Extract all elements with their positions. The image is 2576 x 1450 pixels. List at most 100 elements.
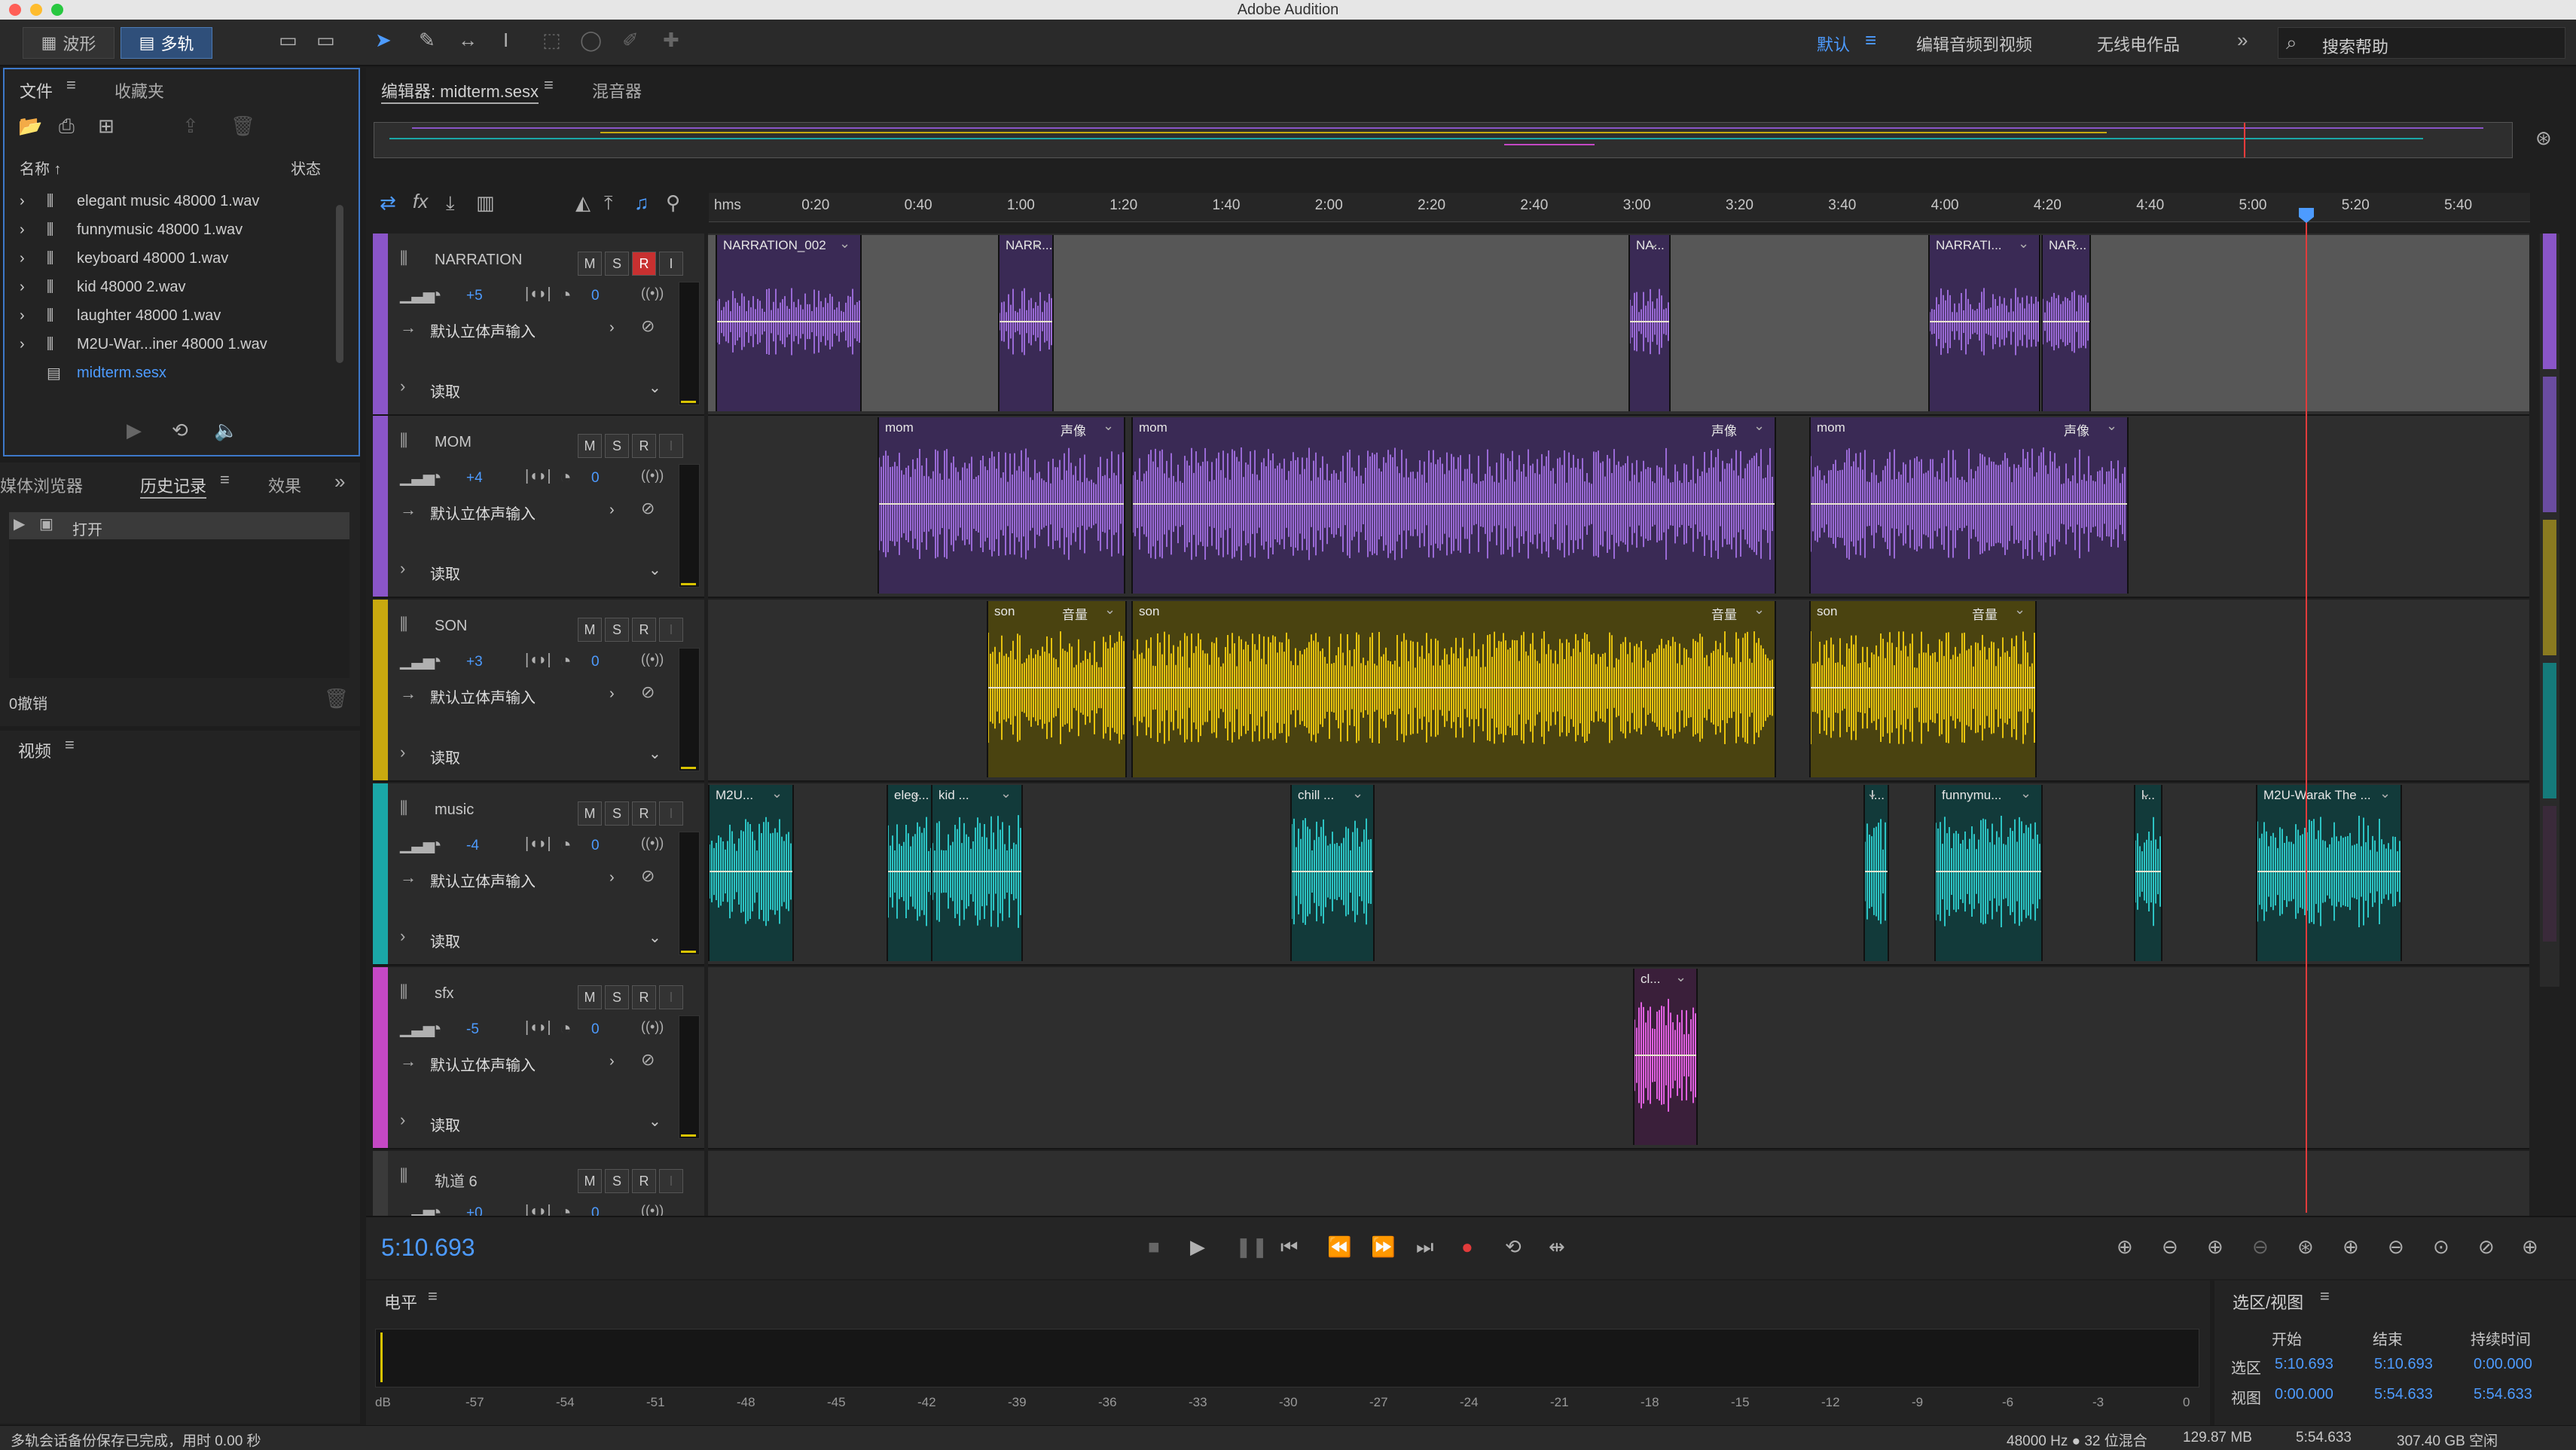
list-item[interactable]: ▤ midterm.sesx [20, 359, 166, 387]
volume-knob-icon[interactable]: ◔ [430, 835, 442, 854]
pause-icon[interactable]: ❚❚ [1235, 1237, 1268, 1256]
record-arm-button[interactable]: R [632, 252, 656, 276]
expand-chevron-icon[interactable]: › [400, 378, 405, 395]
skip-selection-icon[interactable]: ⇹ [1549, 1237, 1565, 1256]
audio-clip[interactable]: son 音量 ⌄ [1131, 601, 1776, 777]
audio-clip[interactable]: funnymu... ⌄ [1934, 785, 2043, 961]
open-file-icon[interactable]: 📂 [18, 116, 42, 136]
zoom-selection-icon[interactable]: ⊙ [2433, 1237, 2449, 1256]
input-monitor-button[interactable]: I [659, 801, 683, 826]
stereo-output-icon[interactable]: ((•)) [641, 652, 664, 666]
go-to-start-icon[interactable]: ⏮ [1280, 1237, 1298, 1256]
list-item[interactable]: › ⫼ elegant music 48000 1.wav [20, 187, 259, 215]
solo-button[interactable]: S [605, 801, 629, 826]
spectral-icon[interactable]: ▭ [279, 30, 298, 50]
clip-chevron-down-icon[interactable]: ⌄ [1031, 237, 1042, 250]
record-arm-button[interactable]: R [632, 1169, 656, 1193]
col-status[interactable]: 状态 [291, 157, 321, 179]
healing-tool-icon[interactable]: ✚ [663, 30, 679, 50]
record-arm-button[interactable]: R [632, 434, 656, 458]
clip-chevron-down-icon[interactable]: ⌄ [2140, 786, 2151, 800]
automation-mode-select[interactable]: 读取 ⌄ [426, 377, 667, 401]
volume-knob-icon[interactable]: ◔ [430, 467, 442, 487]
input-select[interactable]: 默认立体声输入 › [426, 682, 626, 707]
invert-phase-icon[interactable]: ⊘ [641, 318, 655, 334]
solo-button[interactable]: S [605, 985, 629, 1009]
audio-clip[interactable]: M2U... ⌄ [708, 785, 794, 961]
solo-button[interactable]: S [605, 618, 629, 642]
audio-clip[interactable]: kid ... ⌄ [931, 785, 1023, 961]
tab-mixer[interactable]: 混音器 [592, 78, 642, 102]
track-volume[interactable]: -4 [466, 838, 479, 854]
track-lane[interactable]: mom 声像 ⌄ mom 声像 ⌄ mom 声像 ⌄ [708, 416, 2529, 598]
loop-play-icon[interactable]: ⤒ [604, 193, 613, 212]
invert-phase-icon[interactable]: ⊘ [641, 500, 655, 517]
clip-chevron-down-icon[interactable]: ⌄ [1753, 419, 1765, 432]
zoom-in-time-icon[interactable]: ⊕ [2207, 1237, 2223, 1256]
clip-chevron-down-icon[interactable]: ⌄ [911, 786, 922, 800]
effects-rack-icon[interactable]: fx [413, 191, 428, 211]
clip-chevron-down-icon[interactable]: ⌄ [1648, 237, 1659, 250]
audio-clip[interactable]: NA... ⌄ [1628, 235, 1671, 411]
tab-files[interactable]: 文件 [20, 78, 53, 102]
input-monitor-button[interactable]: I [659, 618, 683, 642]
track-header[interactable]: ⫼ NARRATION M S R I ▁▃▅ ◔ +5 |◖◗| ◔ 0 ((… [373, 234, 704, 416]
pan-knob-icon[interactable]: ◔ [560, 1018, 572, 1038]
import-file-icon[interactable]: ⎙ [59, 116, 75, 136]
headphones-icon[interactable]: ♫ [634, 193, 649, 212]
zoom-reset-icon[interactable]: ⊕ [2522, 1237, 2538, 1256]
pan-knob-icon[interactable]: ◔ [560, 285, 572, 304]
input-monitor-button[interactable]: I [659, 985, 683, 1009]
audio-clip[interactable]: mom 声像 ⌄ [877, 417, 1125, 594]
audio-clip[interactable]: cl... ⌄ [1633, 969, 1698, 1145]
zoom-tracks-icon[interactable]: ⊘ [2478, 1237, 2495, 1256]
track-name[interactable]: sfx [435, 985, 454, 1003]
clip-chevron-down-icon[interactable]: ⌄ [1000, 786, 1012, 800]
clip-chevron-down-icon[interactable]: ⌄ [2014, 603, 2025, 616]
mute-button[interactable]: M [578, 1169, 602, 1193]
track-name[interactable]: 轨道 6 [435, 1169, 478, 1191]
input-monitor-button[interactable]: I [659, 434, 683, 458]
workspace-default[interactable]: 默认 [1817, 32, 1850, 56]
playhead[interactable] [2306, 211, 2307, 1213]
selection-menu-icon[interactable]: ≡ [2320, 1288, 2330, 1305]
track-pan[interactable]: 0 [591, 654, 600, 670]
audio-clip[interactable]: NARRATI... ⌄ [1928, 235, 2040, 411]
stereo-output-icon[interactable]: ((•)) [641, 836, 664, 850]
clip-chevron-down-icon[interactable]: ⌄ [2068, 237, 2080, 250]
automation-mode-select[interactable]: 读取 ⌄ [426, 1110, 667, 1134]
expand-chevron-icon[interactable]: › [400, 1112, 405, 1128]
sel-duration[interactable]: 0:00.000 [2474, 1356, 2532, 1373]
zoom-out-full-icon[interactable]: ⊛ [2297, 1237, 2314, 1256]
files-menu-icon[interactable]: ≡ [66, 77, 76, 93]
zoom-out-amplitude-icon[interactable]: ⊖ [2162, 1237, 2178, 1256]
input-select[interactable]: 默认立体声输入 › [426, 499, 626, 523]
clip-chevron-down-icon[interactable]: ⌄ [2018, 237, 2029, 250]
track-name[interactable]: MOM [435, 434, 472, 451]
solo-button[interactable]: S [605, 1169, 629, 1193]
files-scrollbar[interactable] [336, 205, 343, 363]
automation-mode-select[interactable]: 读取 ⌄ [426, 926, 667, 951]
track-header[interactable]: ⫼ sfx M S R I ▁▃▅ ◔ -5 |◖◗| ◔ 0 ((•)) → … [373, 967, 704, 1149]
list-item[interactable]: › ⫼ funnymusic 48000 1.wav [20, 215, 243, 244]
track-volume[interactable]: -5 [466, 1021, 479, 1038]
marquee-tool-icon[interactable]: ⬚ [542, 30, 561, 50]
sel-end[interactable]: 5:10.693 [2374, 1356, 2433, 1373]
input-select[interactable]: 默认立体声输入 › [426, 866, 626, 890]
audio-clip[interactable]: l... ⌄ [1863, 785, 1889, 961]
marker-icon[interactable]: ⚲ [666, 193, 680, 212]
volume-knob-icon[interactable]: ◔ [430, 285, 442, 304]
automation-mode-select[interactable]: 读取 ⌄ [426, 559, 667, 583]
editor-menu-icon[interactable]: ≡ [544, 77, 554, 93]
audio-clip[interactable]: NARRATION_002 ⌄ [716, 235, 862, 411]
track-volume[interactable]: +5 [466, 288, 483, 304]
audio-clip[interactable]: NARR... ⌄ [998, 235, 1054, 411]
audio-clip[interactable]: son 音量 ⌄ [1809, 601, 2037, 777]
clip-chevron-down-icon[interactable]: ⌄ [2020, 786, 2031, 800]
clip-chevron-down-icon[interactable]: ⌄ [2379, 786, 2391, 800]
track-pan[interactable]: 0 [591, 470, 600, 487]
zoom-to-fit-icon[interactable]: ⊛ [2535, 128, 2552, 148]
zoom-in-amplitude-icon[interactable]: ⊕ [2117, 1237, 2133, 1256]
zoom-in-point-icon[interactable]: ⊕ [2343, 1237, 2359, 1256]
view-duration[interactable]: 5:54.633 [2474, 1386, 2532, 1403]
